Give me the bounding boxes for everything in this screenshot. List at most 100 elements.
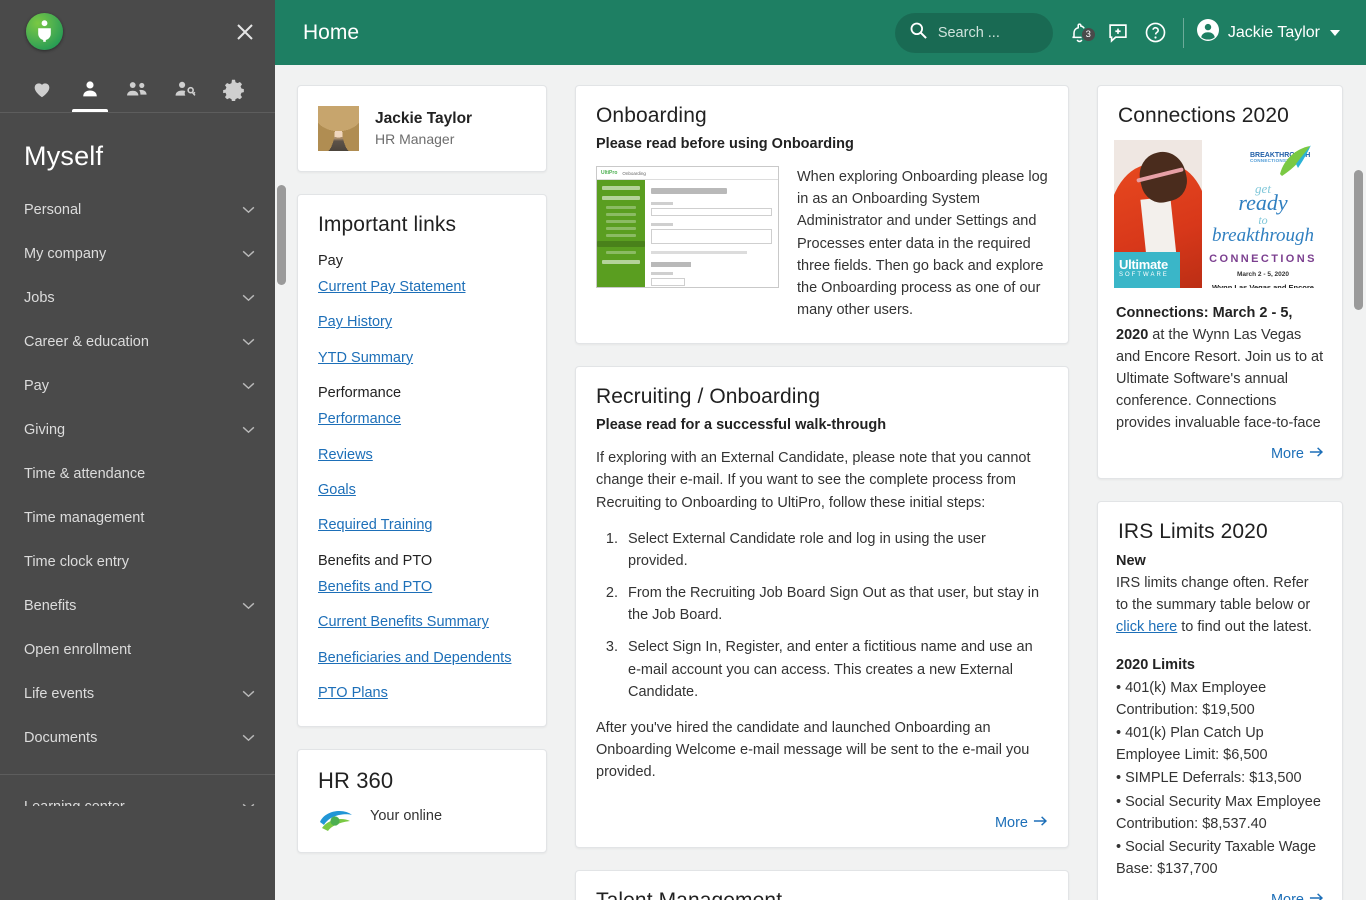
- sidebar-item-documents[interactable]: Documents: [0, 716, 275, 760]
- connections-title: Connections 2020: [1118, 104, 1289, 127]
- onboarding-subtitle: Please read before using Onboarding: [596, 136, 854, 152]
- sidebar-tab-my-team[interactable]: [114, 66, 162, 112]
- sidebar-tab-settings[interactable]: [209, 66, 257, 112]
- thumbnail-breadcrumb: Onboarding: [622, 170, 646, 176]
- recruiting-title: Recruiting / Onboarding: [596, 385, 821, 409]
- hr360-title: HR 360: [318, 768, 394, 794]
- links-group-title-pay: Pay: [318, 253, 343, 269]
- sidebar-item-benefits[interactable]: Benefits: [0, 584, 275, 628]
- help-button[interactable]: [1137, 13, 1175, 53]
- page-title: Home: [303, 20, 360, 44]
- link-current-pay-statement[interactable]: Current Pay Statement: [318, 279, 526, 296]
- important-links-card: Important links Pay Current Pay Statemen…: [297, 194, 547, 728]
- recruiting-onboarding-card: Recruiting / Onboarding Please read for …: [575, 366, 1069, 849]
- user-circle-icon: [1196, 18, 1220, 47]
- search-input[interactable]: [937, 24, 1048, 41]
- dashboard-content: Jackie Taylor HR Manager Important links…: [275, 65, 1366, 900]
- banner-sponsor: Ultimate SOFTWARE: [1114, 252, 1180, 288]
- sidebar-item-pay[interactable]: Pay: [0, 364, 275, 408]
- banner-event-venue: Wynn Las Vegas and Encore Resort: [1212, 282, 1314, 288]
- important-links-title: Important links: [318, 213, 457, 236]
- sidebar-section-title: Myself: [24, 141, 104, 171]
- link-required-training[interactable]: Required Training: [318, 517, 526, 534]
- main-area: Home 3: [275, 0, 1366, 900]
- onboarding-title: Onboarding: [596, 104, 707, 127]
- close-icon[interactable]: [231, 18, 259, 46]
- onboarding-card: Onboarding Please read before using Onbo…: [575, 85, 1069, 345]
- link-beneficiaries-and-dependents[interactable]: Beneficiaries and Dependents: [318, 650, 526, 667]
- irs-body: New IRS limits change often. Refer to th…: [1098, 550, 1342, 881]
- sidebar-item-career-education[interactable]: Career & education: [0, 320, 275, 364]
- sidebar-scrollbar-thumb[interactable]: [277, 185, 286, 285]
- sidebar-item-learning-center[interactable]: Learning center: [0, 785, 275, 806]
- onboarding-process-details-screenshot[interactable]: UltiPro Onboarding: [596, 166, 779, 288]
- chevron-down-icon: [242, 334, 255, 350]
- page-scrollbar-thumb[interactable]: [1354, 170, 1363, 310]
- sidebar-item-my-company[interactable]: My company: [0, 232, 275, 276]
- onboarding-text: When exploring Onboarding please log in …: [797, 169, 1048, 319]
- middle-column: Onboarding Please read before using Onbo…: [575, 85, 1069, 900]
- chevron-down-icon: [242, 422, 255, 438]
- link-ytd-summary[interactable]: YTD Summary: [318, 350, 526, 367]
- sidebar-item-personal[interactable]: Personal: [0, 188, 275, 232]
- link-reviews[interactable]: Reviews: [318, 447, 526, 464]
- banner-event-date: March 2 - 5, 2020: [1236, 270, 1290, 278]
- chevron-down-icon: [242, 730, 255, 746]
- sidebar-item-life-events[interactable]: Life events: [0, 672, 275, 716]
- sidebar-tab-administration[interactable]: [161, 66, 209, 112]
- sidebar-item-label: Career & education: [24, 334, 149, 350]
- search-box[interactable]: [894, 12, 1053, 53]
- sidebar-tab-favorites[interactable]: [18, 66, 66, 112]
- connections-body: at the Wynn Las Vegas and Encore Resort.…: [1116, 327, 1324, 432]
- sidebar-item-label: Time management: [24, 510, 145, 526]
- thumbnail-app-logo: UltiPro: [601, 170, 618, 176]
- sidebar-item-jobs[interactable]: Jobs: [0, 276, 275, 320]
- sidebar-item-label: Open enrollment: [24, 642, 132, 658]
- sidebar-top: [0, 0, 275, 65]
- messages-button[interactable]: [1099, 13, 1137, 53]
- ultipro-u-logo-icon[interactable]: [26, 13, 63, 50]
- sidebar-item-giving[interactable]: Giving: [0, 408, 275, 452]
- user-menu[interactable]: Jackie Taylor: [1196, 18, 1344, 47]
- list-item: Select Sign In, Register, and enter a fi…: [622, 636, 1048, 703]
- recruiting-more-link[interactable]: More: [995, 815, 1048, 831]
- link-pto-plans[interactable]: PTO Plans: [318, 685, 526, 702]
- caret-down-icon: [1330, 29, 1340, 36]
- sidebar-divider: [0, 774, 275, 775]
- list-item: • 401(k) Max Employee Contribution: $19,…: [1116, 680, 1267, 719]
- sidebar-item-open-enrollment[interactable]: Open enrollment: [0, 628, 275, 672]
- chevron-down-icon: [242, 378, 255, 394]
- sidebar-item-time-management[interactable]: Time management: [0, 496, 275, 540]
- irs-intro-part1: IRS limits change often. Refer to the su…: [1116, 575, 1311, 614]
- list-item: • SIMPLE Deferrals: $13,500: [1116, 770, 1302, 787]
- link-goals[interactable]: Goals: [318, 482, 526, 499]
- chevron-down-icon: [242, 246, 255, 262]
- sidebar-item-label: Life events: [24, 686, 95, 702]
- list-item: • 401(k) Plan Catch Up Employee Limit: $…: [1116, 725, 1268, 764]
- recruiting-steps: Select External Candidate role and log i…: [596, 528, 1048, 703]
- connections-more-link[interactable]: More: [1271, 446, 1324, 462]
- recruiting-subtitle: Please read for a successful walk-throug…: [596, 417, 887, 434]
- irs-more-link[interactable]: More: [1271, 892, 1324, 900]
- connections-2020-banner[interactable]: Ultimate SOFTWARE BREAKTHROUGH CONNECTIO…: [1114, 140, 1326, 288]
- recruiting-outro: After you've hired the candidate and lau…: [596, 719, 1030, 781]
- top-header-bar: Home 3: [275, 0, 1366, 65]
- link-pay-history[interactable]: Pay History: [318, 314, 526, 331]
- header-divider: [1182, 17, 1184, 48]
- sidebar-item-time-attendance[interactable]: Time & attendance: [0, 452, 275, 496]
- notifications-button[interactable]: 3: [1061, 13, 1099, 53]
- link-performance[interactable]: Performance: [318, 411, 526, 428]
- sidebar-tab-myself[interactable]: [66, 66, 114, 112]
- link-benefits-and-pto[interactable]: Benefits and PTO: [318, 579, 526, 596]
- link-current-benefits-summary[interactable]: Current Benefits Summary: [318, 614, 526, 631]
- user-name: Jackie Taylor: [1227, 23, 1320, 41]
- irs-click-here-link[interactable]: click here: [1116, 619, 1177, 635]
- header-actions: 3 Jackie Taylor: [894, 12, 1344, 53]
- right-column: Connections 2020 Ultimate SOFTWARE BREAK…: [1097, 85, 1343, 900]
- sidebar-item-time-clock-entry[interactable]: Time clock entry: [0, 540, 275, 584]
- sidebar-item-label: Benefits: [24, 598, 77, 614]
- talent-management-card: Talent Management Succession Management …: [575, 870, 1069, 900]
- list-item: • Social Security Max Employee Contribut…: [1116, 793, 1321, 832]
- chevron-down-icon: [242, 202, 255, 218]
- banner-event-name: CONNECTIONS: [1209, 252, 1317, 265]
